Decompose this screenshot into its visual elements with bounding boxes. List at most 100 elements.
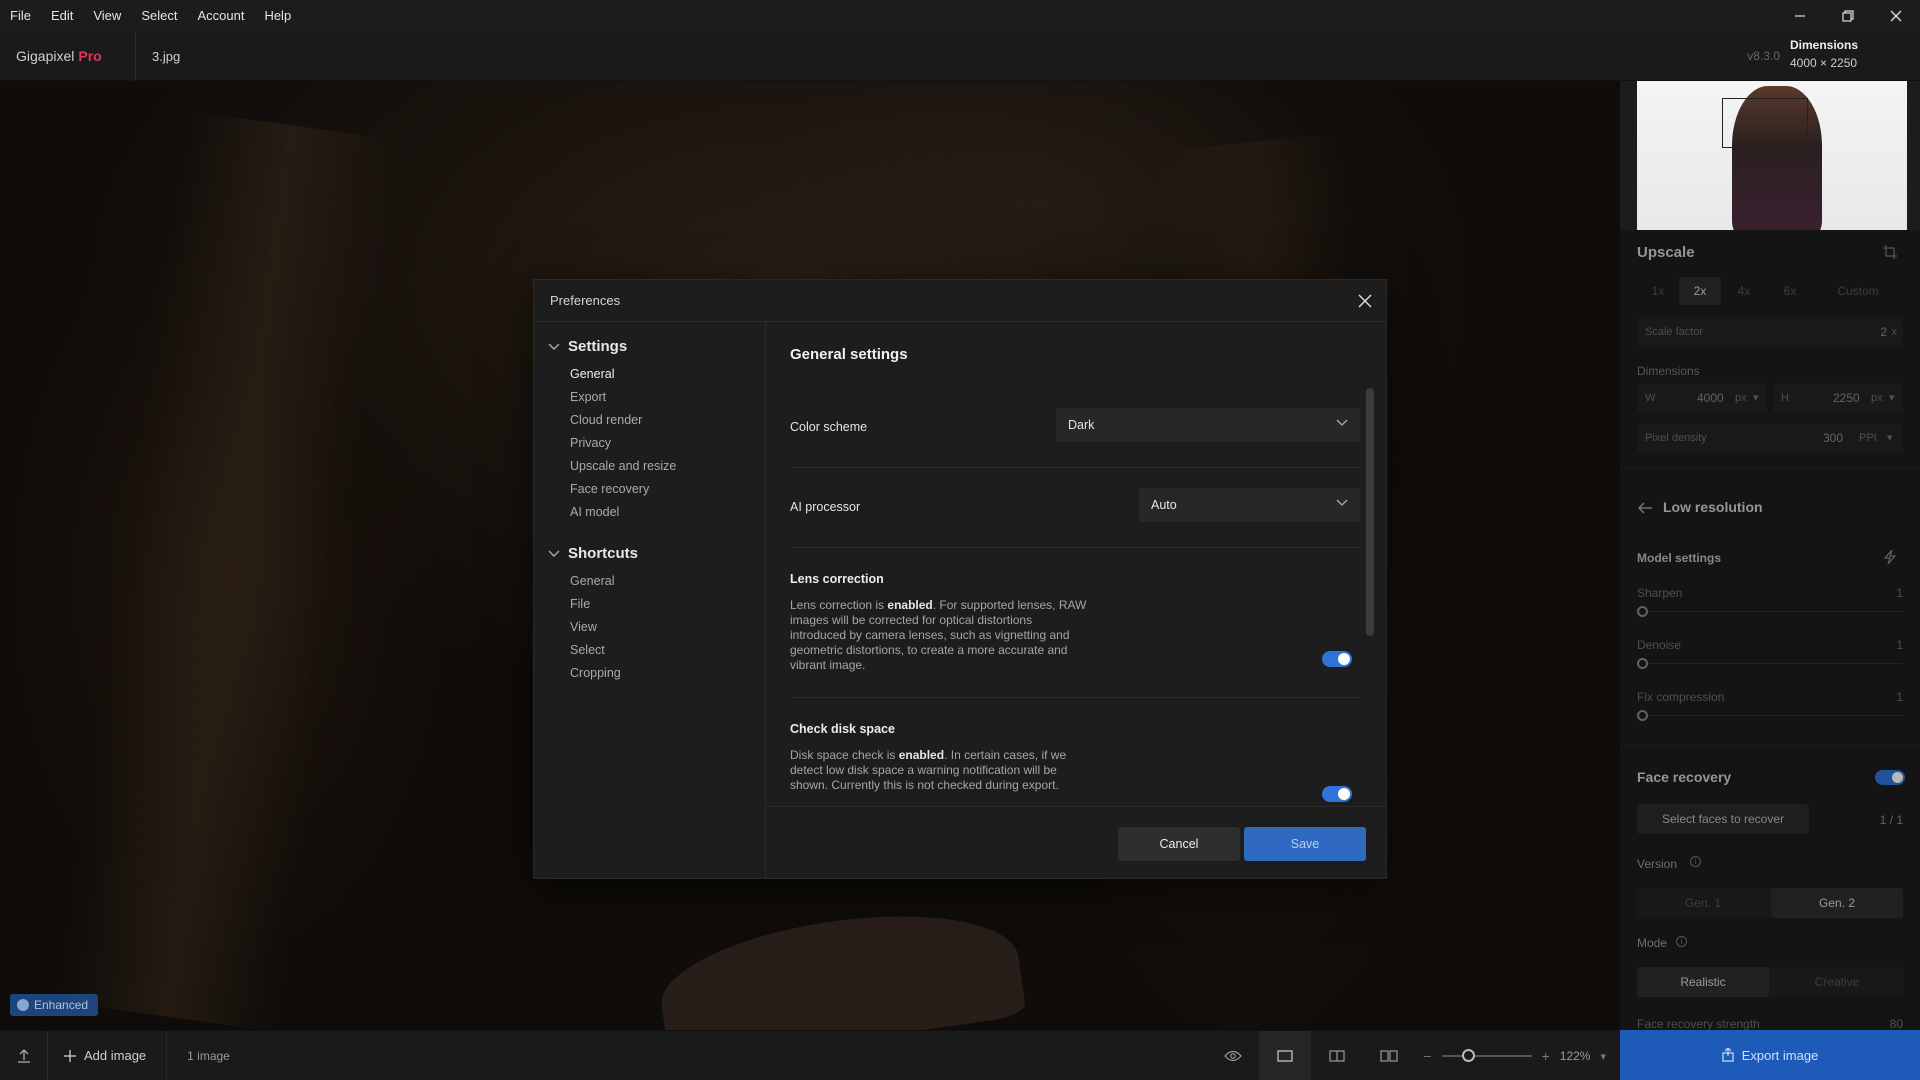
nav-group-settings[interactable]: Settings: [548, 338, 627, 355]
color-scheme-dropdown[interactable]: Dark: [1056, 408, 1360, 442]
preview-toggle-button[interactable]: [1207, 1031, 1259, 1080]
restore-button[interactable]: [1824, 0, 1872, 32]
arrow-left-icon[interactable]: [1638, 502, 1652, 514]
scale-4x[interactable]: 4x: [1721, 277, 1767, 305]
nav-item-shortcuts-file[interactable]: File: [570, 597, 590, 611]
mode-creative[interactable]: Creative: [1771, 967, 1903, 997]
model-name[interactable]: Low resolution: [1663, 499, 1763, 515]
color-scheme-value: Dark: [1068, 418, 1095, 432]
eye-icon: [1224, 1050, 1243, 1062]
add-image-button[interactable]: Add image: [48, 1030, 168, 1080]
lightning-icon[interactable]: [1883, 550, 1897, 564]
info-icon[interactable]: i: [1676, 936, 1687, 947]
chevron-down-icon[interactable]: ▾: [1889, 391, 1895, 404]
nav-item-shortcuts-general[interactable]: General: [570, 574, 614, 588]
width-unit: px: [1735, 392, 1747, 404]
close-window-button[interactable]: [1872, 0, 1920, 32]
single-view-button[interactable]: [1259, 1031, 1312, 1080]
nav-item-export[interactable]: Export: [570, 390, 606, 404]
save-button[interactable]: Save: [1244, 827, 1366, 861]
pixel-density-field[interactable]: Pixel density 300 PPI ▾: [1637, 423, 1903, 453]
ai-processor-dropdown[interactable]: Auto: [1139, 488, 1360, 522]
scale-factor-value: 2: [1880, 325, 1887, 339]
chevron-down-icon[interactable]: ▾: [1887, 431, 1893, 444]
fix-compression-slider-handle[interactable]: [1637, 710, 1648, 721]
split-view-button[interactable]: [1311, 1031, 1363, 1080]
scale-1x[interactable]: 1x: [1637, 277, 1679, 305]
window-controls: [1776, 0, 1920, 32]
info-icon[interactable]: i: [1690, 856, 1701, 867]
zoom-in-icon[interactable]: +: [1542, 1048, 1550, 1064]
side-by-side-button[interactable]: [1363, 1031, 1415, 1080]
pixel-density-label: Pixel density: [1645, 432, 1707, 444]
version-gen1[interactable]: Gen. 1: [1637, 888, 1769, 918]
view-controls: − + 122% ▾: [1207, 1031, 1620, 1080]
disk-space-toggle[interactable]: [1322, 786, 1352, 802]
version-label: Version: [1637, 857, 1678, 871]
face-recovery-toggle[interactable]: [1875, 770, 1905, 785]
width-field[interactable]: W 4000 px ▾: [1637, 383, 1767, 413]
zoom-level[interactable]: 122%: [1560, 1049, 1591, 1063]
close-dialog-button[interactable]: [1354, 290, 1376, 312]
nav-group-shortcuts[interactable]: Shortcuts: [548, 545, 638, 562]
app-logo: Gigapixel Pro: [0, 31, 136, 81]
scale-custom[interactable]: Custom: [1813, 277, 1903, 305]
color-scheme-label: Color scheme: [790, 420, 868, 434]
lens-correction-toggle[interactable]: [1322, 651, 1352, 667]
scale-6x[interactable]: 6x: [1767, 277, 1813, 305]
menu-edit[interactable]: Edit: [41, 0, 83, 32]
denoise-slider-handle[interactable]: [1637, 658, 1648, 669]
denoise-label: Denoise: [1637, 638, 1682, 652]
upload-button[interactable]: [0, 1030, 48, 1080]
crop-icon[interactable]: [1883, 245, 1897, 259]
sharpen-value: 1: [1896, 586, 1903, 600]
sharpen-slider-handle[interactable]: [1637, 606, 1648, 617]
nav-item-shortcuts-cropping[interactable]: Cropping: [570, 666, 621, 680]
zoom-out-icon[interactable]: −: [1423, 1048, 1431, 1064]
menu-select[interactable]: Select: [131, 0, 187, 32]
menu-file[interactable]: File: [0, 0, 41, 32]
nav-item-shortcuts-select[interactable]: Select: [570, 643, 605, 657]
denoise-slider-track[interactable]: [1637, 663, 1903, 664]
restore-icon: [1842, 10, 1854, 22]
nav-item-general[interactable]: General: [570, 367, 614, 381]
minimize-button[interactable]: [1776, 0, 1824, 32]
export-image-button[interactable]: Export image: [1620, 1030, 1920, 1080]
chevron-down-icon[interactable]: ▾: [1600, 1050, 1606, 1063]
nav-item-ai-model[interactable]: AI model: [570, 505, 619, 519]
dialog-header: Preferences: [534, 280, 1386, 322]
mode-realistic[interactable]: Realistic: [1637, 967, 1769, 997]
nav-item-upscale-resize[interactable]: Upscale and resize: [570, 459, 676, 473]
lens-correction-title: Lens correction: [790, 572, 884, 586]
disk-desc-pre: Disk space check is: [790, 748, 899, 762]
content-scrollbar[interactable]: [1366, 388, 1374, 636]
menu-help[interactable]: Help: [254, 0, 301, 32]
zoom-slider[interactable]: [1441, 1049, 1532, 1062]
scale-2x[interactable]: 2x: [1679, 277, 1721, 305]
sharpen-label: Sharpen: [1637, 586, 1683, 600]
sharpen-slider-track[interactable]: [1637, 611, 1903, 612]
version-gen2[interactable]: Gen. 2: [1771, 888, 1903, 918]
dimensions-value: 4000 × 2250: [1790, 56, 1858, 70]
scale-factor-label: Scale factor: [1645, 326, 1704, 338]
width-value: 4000: [1697, 391, 1724, 405]
disk-space-title: Check disk space: [790, 722, 895, 736]
nav-item-cloud-render[interactable]: Cloud render: [570, 413, 642, 427]
chevron-down-icon[interactable]: ▾: [1753, 391, 1759, 404]
lens-desc-pre: Lens correction is: [790, 598, 888, 612]
nav-item-privacy[interactable]: Privacy: [570, 436, 611, 450]
denoise-value: 1: [1896, 638, 1903, 652]
menu-view[interactable]: View: [83, 0, 131, 32]
select-faces-button[interactable]: Select faces to recover: [1637, 804, 1809, 834]
zoom-slider-handle[interactable]: [1461, 1049, 1475, 1062]
scale-factor-field[interactable]: Scale factor 2 x: [1637, 317, 1903, 347]
nav-item-shortcuts-view[interactable]: View: [570, 620, 597, 634]
menu-account[interactable]: Account: [187, 0, 254, 32]
cancel-button[interactable]: Cancel: [1118, 827, 1240, 861]
height-field[interactable]: H 2250 px ▾: [1773, 383, 1903, 413]
nav-item-face-recovery[interactable]: Face recovery: [570, 482, 649, 496]
navigator-thumbnail[interactable]: [1637, 81, 1907, 230]
file-tab[interactable]: 3.jpg: [136, 49, 180, 64]
viewport-indicator[interactable]: [1722, 98, 1808, 148]
fix-compression-slider-track[interactable]: [1637, 715, 1903, 716]
